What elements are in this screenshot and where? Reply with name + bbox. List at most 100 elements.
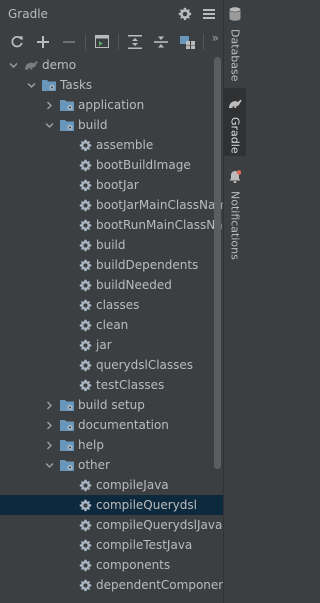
gear-icon [78, 378, 92, 392]
tree-node-label: classes [96, 298, 140, 312]
task-group-icon [60, 418, 74, 432]
tree-node-label: bootJarMainClassName [96, 198, 223, 212]
task-row[interactable]: assemble [0, 135, 223, 155]
tree-node-label: testClasses [96, 378, 165, 392]
tree-node-label: bootRunMainClassNam [96, 218, 223, 232]
chevron-right-icon[interactable] [44, 440, 54, 450]
task-row[interactable]: classes [0, 295, 223, 315]
task-row[interactable]: bootRunMainClassNam [0, 215, 223, 235]
tree-node-row[interactable]: documentation [0, 415, 223, 435]
gear-icon [78, 518, 92, 532]
toolbar-overflow-chevron-icon[interactable]: » [212, 31, 219, 45]
task-row[interactable]: compileQuerydslJava [0, 515, 223, 535]
tree-node-label: build setup [78, 398, 145, 412]
gear-icon [78, 158, 92, 172]
project-icon [24, 58, 38, 72]
task-row[interactable]: compileTestJava [0, 535, 223, 555]
bell-icon [229, 168, 242, 187]
task-row[interactable]: bootJar [0, 175, 223, 195]
chevron-down-icon[interactable] [8, 60, 18, 70]
tree-node-label: compileTestJava [96, 538, 193, 552]
tree-node-label: compileQuerydsl [96, 498, 197, 512]
tree-node-row[interactable]: build setup [0, 395, 223, 415]
chevron-right-icon[interactable] [44, 400, 54, 410]
tree-node-label: clean [96, 318, 129, 332]
tree-node-label: querydslClasses [96, 358, 194, 372]
sidebar-tab-notifications[interactable]: Notifications [224, 162, 246, 260]
chevron-down-icon[interactable] [44, 460, 54, 470]
database-icon [229, 6, 241, 25]
task-row[interactable]: jar [0, 335, 223, 355]
tree-node-label: compileJava [96, 478, 169, 492]
add-icon[interactable] [32, 31, 54, 53]
right-tool-window-bar: Database Gradle Notifications [223, 0, 246, 603]
tree-node-label: buildDependents [96, 258, 199, 272]
task-group-icon [60, 458, 74, 472]
chevron-right-icon[interactable] [44, 420, 54, 430]
chevron-down-icon[interactable] [26, 80, 36, 90]
task-row[interactable]: components [0, 555, 223, 575]
tree-node-label: bootJar [96, 178, 139, 192]
task-row[interactable]: querydslClasses [0, 355, 223, 375]
gear-icon [78, 318, 92, 332]
chevron-right-icon[interactable] [44, 100, 54, 110]
task-row[interactable]: dependentComponents [0, 575, 223, 595]
collapse-all-icon[interactable] [150, 31, 172, 53]
gear-icon [78, 338, 92, 352]
tree-node-label: demo [42, 58, 77, 72]
tree-node-label: other [78, 458, 110, 472]
task-row[interactable]: buildNeeded [0, 275, 223, 295]
task-group-icon [60, 438, 74, 452]
tree-node-row[interactable]: application [0, 95, 223, 115]
task-row[interactable]: testClasses [0, 375, 223, 395]
minimize-icon[interactable] [200, 5, 218, 23]
refresh-icon[interactable] [6, 31, 28, 53]
tree-node-row[interactable]: demo [0, 55, 223, 75]
toolbar-separator [203, 33, 204, 50]
remove-icon[interactable] [58, 31, 80, 53]
gradle-toolbar: » [0, 28, 223, 55]
task-row[interactable]: compileJava [0, 475, 223, 495]
gear-icon [78, 498, 92, 512]
gear-icon [78, 298, 92, 312]
tree-node-row[interactable]: build [0, 115, 223, 135]
tree-node-row[interactable]: help [0, 435, 223, 455]
gradle-tool-window: Gradle » demo Tasks application build as… [0, 0, 223, 603]
folder-icon [42, 78, 56, 92]
sidebar-tab-gradle[interactable]: Gradle [224, 88, 246, 156]
gear-icon [78, 478, 92, 492]
tree-node-label: bootBuildImage [96, 158, 191, 172]
tree-node-label: application [78, 98, 145, 112]
task-row[interactable]: bootBuildImage [0, 155, 223, 175]
chevron-down-icon[interactable] [44, 120, 54, 130]
gear-icon [78, 578, 92, 592]
gear-icon [78, 198, 92, 212]
sidebar-tab-label: Database [228, 29, 242, 82]
task-row[interactable]: bootJarMainClassName [0, 195, 223, 215]
task-group-icon [60, 398, 74, 412]
task-group-icon [60, 98, 74, 112]
tree-node-label: compileQuerydslJava [96, 518, 223, 532]
tree-scrollbar[interactable] [214, 57, 221, 469]
settings-gear-icon[interactable] [176, 5, 194, 23]
task-group-icon [60, 118, 74, 132]
tree-node-label: help [78, 438, 104, 452]
task-row[interactable]: compileQuerydsl [0, 495, 223, 515]
tree-node-label: build [78, 118, 108, 132]
gear-icon [78, 558, 92, 572]
tree-node-row[interactable]: other [0, 455, 223, 475]
group-modules-icon[interactable] [176, 31, 198, 53]
task-row[interactable]: build [0, 235, 223, 255]
toolbar-separator [85, 33, 86, 50]
tree-node-label: jar [96, 338, 112, 352]
run-task-icon[interactable] [91, 31, 113, 53]
gear-icon [78, 138, 92, 152]
tree-node-row[interactable]: Tasks [0, 75, 223, 95]
tree-node-label: components [96, 558, 171, 572]
expand-all-icon[interactable] [124, 31, 146, 53]
task-row[interactable]: buildDependents [0, 255, 223, 275]
sidebar-tab-database[interactable]: Database [224, 0, 246, 82]
sidebar-tab-label: Notifications [228, 191, 242, 260]
task-row[interactable]: clean [0, 315, 223, 335]
gear-icon [78, 358, 92, 372]
